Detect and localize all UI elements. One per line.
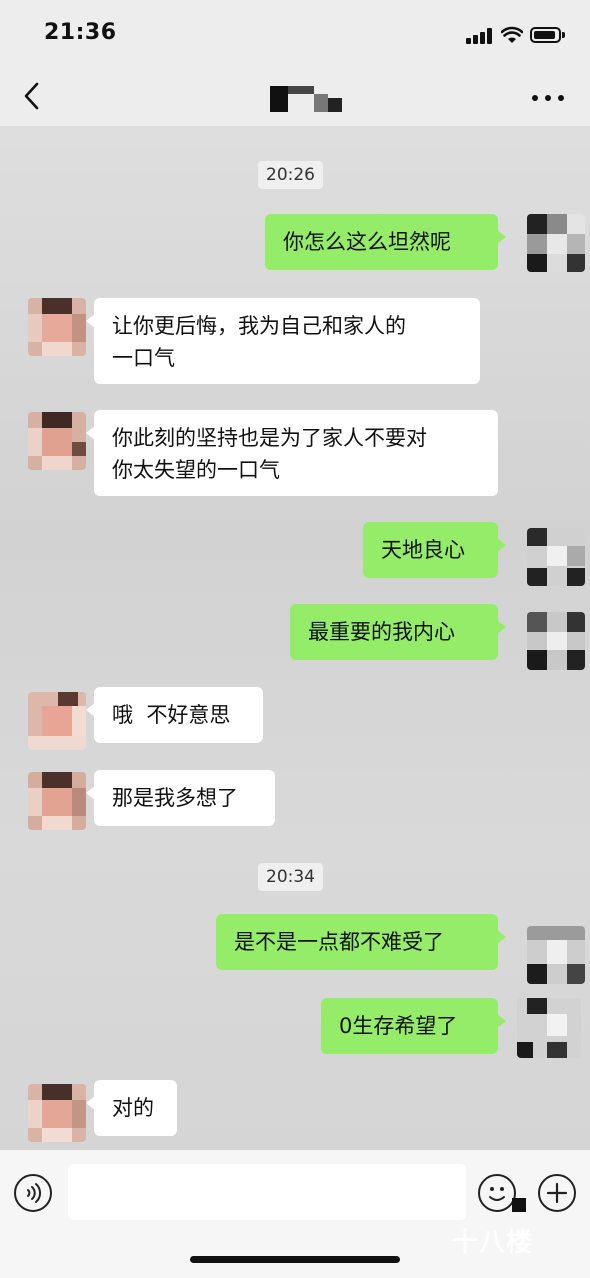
my-avatar[interactable] <box>517 998 581 1058</box>
received-message[interactable]: 哦 不好意思 <box>86 687 263 743</box>
message-text: 0生存希望了 <box>339 1014 458 1038</box>
message-text-line: 你此刻的坚持也是为了家人不要对 <box>112 426 427 450</box>
pixelated-block <box>512 1198 526 1212</box>
sent-message[interactable]: 你怎么这么坦然呢 <box>265 214 506 270</box>
watermark: 十八楼 <box>452 1228 534 1258</box>
timestamp: 20:26 <box>258 161 323 189</box>
contact-avatar[interactable] <box>28 1084 86 1142</box>
contact-avatar[interactable] <box>28 298 86 356</box>
my-avatar[interactable] <box>527 214 585 272</box>
message-text-line: 一口气 <box>112 346 175 370</box>
received-message[interactable]: 你此刻的坚持也是为了家人不要对 你太失望的一口气 <box>86 410 498 496</box>
my-avatar[interactable] <box>527 612 585 670</box>
chat-messages: 20:26 你怎么这么坦然呢 让你更后悔，我为自己和家人的 一口气 你此刻的坚持… <box>0 126 590 1150</box>
voice-button[interactable] <box>14 1174 52 1212</box>
plus-button[interactable] <box>538 1174 576 1212</box>
message-text-line: 你太失望的一口气 <box>112 458 280 482</box>
message-text: 是不是一点都不难受了 <box>234 930 444 954</box>
contact-avatar[interactable] <box>28 412 86 470</box>
message-text: 那是我多想了 <box>112 786 238 810</box>
back-button[interactable] <box>18 80 48 112</box>
status-bar: 21:36 <box>0 0 590 68</box>
message-text: 哦 不好意思 <box>112 703 231 727</box>
contact-avatar[interactable] <box>28 692 86 750</box>
emoji-icon <box>489 1187 505 1201</box>
sent-message[interactable]: 0生存希望了 <box>321 998 506 1054</box>
sent-message[interactable]: 是不是一点都不难受了 <box>216 914 506 970</box>
message-text-line: 让你更后悔，我为自己和家人的 <box>112 314 406 338</box>
voice-icon <box>27 1183 42 1203</box>
contact-avatar[interactable] <box>28 772 86 830</box>
timestamp: 20:34 <box>258 863 323 891</box>
message-text: 最重要的我内心 <box>308 620 455 644</box>
message-text: 天地良心 <box>381 538 465 562</box>
cellular-signal-icon <box>466 28 492 44</box>
home-indicator[interactable] <box>190 1256 400 1263</box>
emoji-button[interactable] <box>478 1174 516 1212</box>
chat-header <box>0 68 590 126</box>
received-message[interactable]: 让你更后悔，我为自己和家人的 一口气 <box>86 298 480 384</box>
received-message[interactable]: 那是我多想了 <box>86 770 275 826</box>
status-time: 21:36 <box>44 20 117 45</box>
sent-message[interactable]: 天地良心 <box>363 522 506 578</box>
my-avatar[interactable] <box>527 926 585 984</box>
wifi-icon <box>501 26 523 43</box>
my-avatar[interactable] <box>527 528 585 586</box>
plus-icon <box>546 1182 568 1204</box>
battery-cap <box>562 32 565 38</box>
more-options-button[interactable] <box>528 88 568 108</box>
sent-message[interactable]: 最重要的我内心 <box>290 604 506 660</box>
battery-icon <box>530 27 561 43</box>
message-text: 对的 <box>112 1096 154 1120</box>
message-text: 你怎么这么坦然呢 <box>283 230 451 254</box>
message-input[interactable] <box>68 1164 466 1220</box>
received-message[interactable]: 对的 <box>86 1080 177 1136</box>
contact-name-pixelated <box>270 84 344 114</box>
